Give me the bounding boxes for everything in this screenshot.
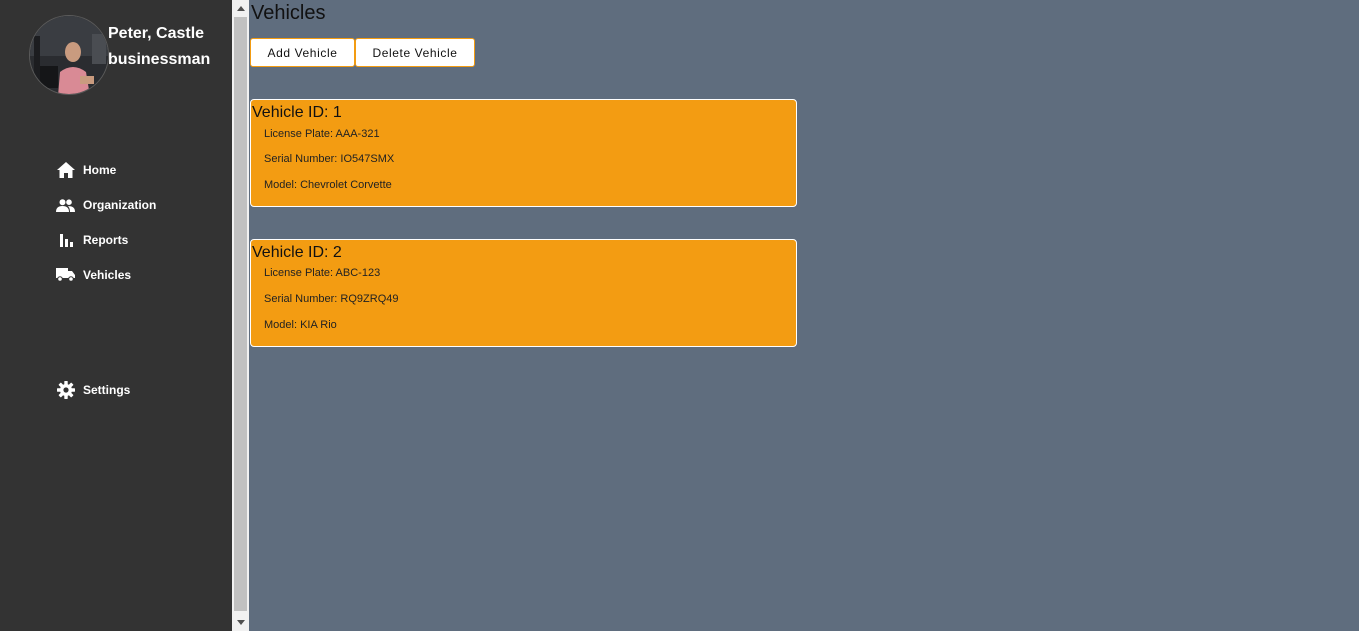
vehicle-id: Vehicle ID: 1 (252, 104, 342, 121)
user-name: Peter, Castle (108, 25, 205, 42)
license-plate: License Plate: AAA-321 (264, 128, 380, 140)
sidebar-item-home[interactable]: Home (56, 159, 116, 181)
serial-number: Serial Number: RQ9ZRQ49 (264, 293, 399, 305)
home-icon (56, 161, 75, 180)
sidebar-item-label: Home (83, 163, 117, 177)
avatar-photo (30, 16, 108, 94)
vehicle-model: Model: KIA Rio (264, 319, 337, 331)
sidebar-item-label: Reports (83, 233, 129, 247)
sidebar-item-label: Settings (83, 383, 131, 397)
vehicle-id: Vehicle ID: 2 (252, 244, 342, 261)
add-vehicle-button[interactable]: Add Vehicle (250, 38, 355, 67)
vehicle-card[interactable]: Vehicle ID: 1 License Plate: AAA-321 Ser… (250, 99, 797, 207)
vehicle-model: Model: Chevrolet Corvette (264, 179, 392, 191)
scroll-up-arrow-icon[interactable] (232, 0, 249, 17)
sidebar: Peter, Castle businessman Home Organizat… (0, 0, 232, 631)
avatar (29, 15, 109, 95)
bar-chart-icon (56, 231, 75, 250)
vehicle-card[interactable]: Vehicle ID: 2 License Plate: ABC-123 Ser… (250, 239, 797, 347)
page-title: Vehicles (251, 2, 326, 24)
scroll-thumb[interactable] (234, 17, 247, 611)
sidebar-item-vehicles[interactable]: Vehicles (56, 264, 131, 286)
sidebar-item-label: Vehicles (83, 268, 132, 282)
sidebar-item-reports[interactable]: Reports (56, 229, 128, 251)
delete-vehicle-button[interactable]: Delete Vehicle (355, 38, 475, 67)
sidebar-item-organization[interactable]: Organization (56, 194, 156, 216)
user-profile: Peter, Castle businessman (29, 15, 219, 97)
gear-icon (56, 381, 75, 400)
license-plate: License Plate: ABC-123 (264, 267, 381, 279)
truck-icon (56, 266, 75, 285)
scroll-down-arrow-icon[interactable] (232, 614, 249, 631)
serial-number: Serial Number: IO547SMX (264, 153, 395, 165)
user-role: businessman (108, 51, 211, 68)
sidebar-item-label: Organization (83, 198, 157, 212)
sidebar-scrollbar[interactable] (232, 0, 249, 631)
people-icon (56, 196, 75, 215)
sidebar-item-settings[interactable]: Settings (56, 379, 130, 401)
